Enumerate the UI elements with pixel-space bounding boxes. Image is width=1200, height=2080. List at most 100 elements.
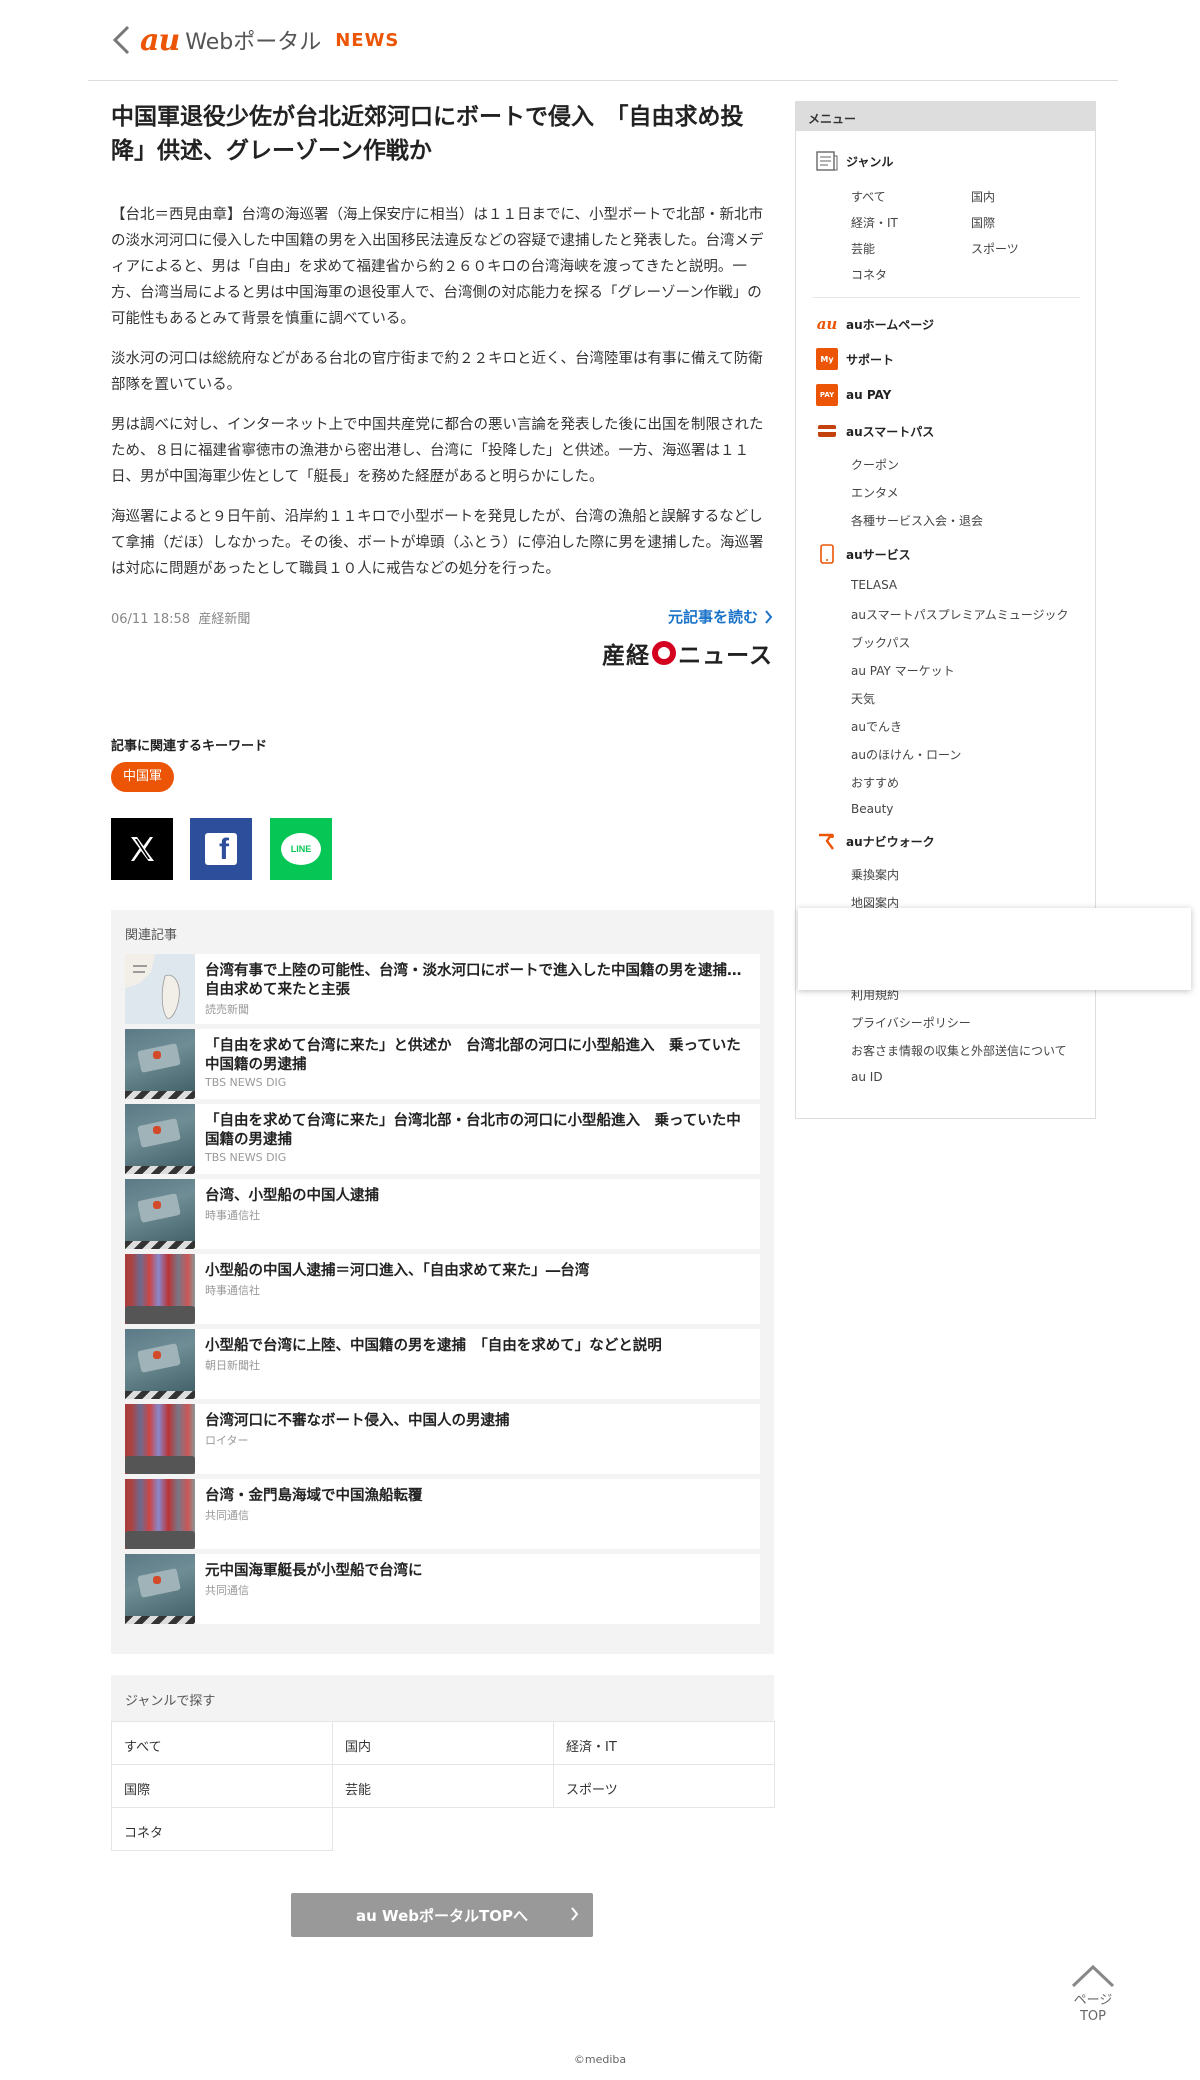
genre-link-domestic[interactable]: 国内 — [332, 1721, 554, 1765]
genre-grid: すべて 国内 経済・IT 国際 芸能 スポーツ コネタ — [111, 1721, 775, 1851]
related-article-thumbnail — [125, 1329, 195, 1399]
read-original-link[interactable]: 元記事を読む — [668, 606, 773, 627]
sidebar-smartpass-coupon[interactable]: クーポン — [851, 456, 899, 473]
related-article-headline: 台湾、小型船の中国人逮捕 — [205, 1188, 379, 1204]
au-logo-icon: au — [816, 313, 838, 335]
related-article-text: 小型船で台湾に上陸、中国籍の男を逮捕 「自由を求めて」などと説明 朝日新聞社 — [195, 1329, 672, 1373]
related-article-item[interactable]: 台湾・金門島海域で中国漁船転覆 共同通信 — [125, 1479, 760, 1549]
sankei-mark-icon — [652, 641, 677, 665]
line-logo-icon: LINE — [281, 833, 321, 865]
related-article-thumbnail — [125, 1479, 195, 1549]
related-article-item[interactable]: 元中国海軍艇長が小型船で台湾に 共同通信 — [125, 1554, 760, 1624]
sidebar-navi-transit[interactable]: 乗換案内 — [851, 866, 899, 883]
sidebar-navi-walk[interactable]: auナビウォーク — [816, 830, 935, 852]
page-top-button[interactable]: ページ TOP — [1063, 1964, 1123, 2025]
sidebar-au-home[interactable]: au auホームページ — [816, 313, 934, 335]
related-article-thumbnail — [125, 1554, 195, 1624]
sidebar-support-label: サポート — [846, 352, 895, 367]
sidebar-service-weather[interactable]: 天気 — [851, 690, 875, 707]
article-body: 【台北＝西見由章】台湾の海巡署（海上保安庁に相当）は１１日までに、小型ボートで北… — [111, 202, 773, 582]
share-x-button[interactable]: X — [111, 818, 173, 880]
sidebar-service-denki[interactable]: auでんき — [851, 718, 902, 735]
related-article-item[interactable]: 「自由を求めて台湾に来た」台湾北部・台北市の河口に小型船進入 乗っていた中国籍の… — [125, 1104, 760, 1174]
sidebar-service-paymarket[interactable]: au PAY マーケット — [851, 662, 955, 679]
sidebar-genre-economy[interactable]: 経済・IT — [851, 214, 898, 231]
sidebar-service-beauty[interactable]: Beauty — [851, 802, 893, 816]
article-paragraph: 男は調べに対し、インターネット上で中国共産党に都合の悪い言論を発表した後に出国を… — [111, 417, 764, 485]
related-article-thumbnail — [125, 1404, 195, 1474]
chevron-right-icon — [571, 1907, 579, 1921]
copyright: ©mediba — [573, 2053, 627, 2066]
header: au Webポータル NEWS — [88, 0, 1118, 81]
related-article-item[interactable]: 台湾有事で上陸の可能性、台湾・淡水河口にボートで進入した中国籍の男を逮捕…自由求… — [125, 954, 760, 1024]
related-article-source: 朝日新聞社 — [205, 1359, 260, 1372]
sidebar-section-genre: ジャンル — [816, 150, 893, 172]
related-article-source: 時事通信社 — [205, 1284, 260, 1297]
article-paragraph: 淡水河の河口は総統府などがある台北の官庁街まで約２２キロと近く、台湾陸軍は有事に… — [111, 351, 763, 393]
logo-portal: Webポータル — [185, 30, 322, 55]
sidebar-genre-international[interactable]: 国際 — [971, 214, 995, 231]
line-label: LINE — [290, 844, 312, 854]
article-paragraph: 海巡署によると９日午前、沿岸約１１キロで小型ボートを発見したが、台湾の漁船と誤解… — [111, 509, 764, 577]
related-article-headline: 小型船の中国人逮捕＝河口進入、「自由求めて来た」―台湾 — [205, 1263, 590, 1279]
keywords-title: 記事に関連するキーワード — [111, 739, 268, 754]
sidebar-genre-koneta[interactable]: コネタ — [851, 266, 887, 283]
my-au-icon: My — [816, 348, 838, 370]
related-article-item[interactable]: 「自由を求めて台湾に来た」と供述か 台湾北部の河口に小型船進入 乗っていた中国籍… — [125, 1029, 760, 1099]
sidebar-data-collection[interactable]: お客さま情報の収集と外部送信について — [851, 1042, 1067, 1059]
related-article-headline: 台湾有事で上陸の可能性、台湾・淡水河口にボートで進入した中国籍の男を逮捕…自由求… — [205, 963, 742, 998]
au-pay-icon-text: PAY — [819, 391, 835, 399]
sidebar-au-home-label: auホームページ — [846, 317, 935, 332]
sidebar-au-pay[interactable]: PAY au PAY — [816, 384, 891, 406]
chevron-right-icon — [765, 609, 773, 624]
sidebar-genre-domestic[interactable]: 国内 — [971, 188, 995, 205]
related-article-source: 共同通信 — [205, 1509, 249, 1522]
related-article-headline: 「自由を求めて台湾に来た」台湾北部・台北市の河口に小型船進入 乗っていた中国籍の… — [205, 1113, 741, 1148]
keyword-tag[interactable]: 中国軍 — [111, 762, 175, 792]
sidebar-navi-walk-label: auナビウォーク — [846, 834, 935, 849]
sidebar-service-telasa[interactable]: TELASA — [851, 578, 897, 592]
related-article-text: 台湾有事で上陸の可能性、台湾・淡水河口にボートで進入した中国籍の男を逮捕…自由求… — [195, 954, 760, 1017]
sidebar-service-insurance[interactable]: auのほけん・ローン — [851, 746, 961, 763]
sidebar-smartpass-membership[interactable]: 各種サービス入会・退会 — [851, 512, 983, 529]
sidebar-genre-entertainment[interactable]: 芸能 — [851, 240, 875, 257]
genre-link-entertainment[interactable]: 芸能 — [332, 1764, 554, 1808]
portal-top-label: au WebポータルTOPへ — [356, 1906, 528, 1925]
genre-link-economy-it[interactable]: 経済・IT — [553, 1721, 775, 1765]
article: 中国軍退役少佐が台北近郊河口にボートで侵入 「自由求め投降」供述、グレーゾーン作… — [111, 100, 773, 669]
article-meta-row: 06/11 18:58 産経新聞 元記事を読む 産経 ニュース — [111, 606, 773, 669]
related-article-item[interactable]: 台湾河口に不審なボート侵入、中国人の男逮捕 ロイター — [125, 1404, 760, 1474]
sidebar-smartpass-label: auスマートパス — [846, 424, 935, 439]
back-chevron-icon[interactable] — [110, 24, 132, 56]
sidebar-au-service-label: auサービス — [846, 547, 911, 562]
share-facebook-button[interactable]: f — [190, 818, 252, 880]
sidebar-service-music[interactable]: auスマートパスプレミアムミュージック — [851, 606, 1069, 623]
sidebar-au-service[interactable]: auサービス — [816, 543, 911, 565]
publisher-name-b: ニュース — [678, 643, 773, 669]
related-article-item[interactable]: 台湾、小型船の中国人逮捕 時事通信社 — [125, 1179, 760, 1249]
related-article-item[interactable]: 小型船で台湾に上陸、中国籍の男を逮捕 「自由を求めて」などと説明 朝日新聞社 — [125, 1329, 760, 1399]
related-article-text: 台湾河口に不審なボート侵入、中国人の男逮捕 ロイター — [195, 1404, 520, 1448]
genre-link-sports[interactable]: スポーツ — [553, 1764, 775, 1808]
genre-link-all[interactable]: すべて — [111, 1721, 333, 1765]
sidebar-au-id[interactable]: au ID — [851, 1070, 883, 1084]
sidebar-genre-sports[interactable]: スポーツ — [971, 240, 1019, 257]
portal-top-button[interactable]: au WebポータルTOPへ — [291, 1893, 593, 1937]
related-article-thumbnail — [125, 1254, 195, 1324]
sidebar-au-pay-label: au PAY — [846, 388, 892, 402]
genre-link-koneta[interactable]: コネタ — [111, 1807, 333, 1851]
genre-link-international[interactable]: 国際 — [111, 1764, 333, 1808]
sidebar-smartpass-entertainment[interactable]: エンタメ — [851, 484, 899, 501]
related-article-item[interactable]: 小型船の中国人逮捕＝河口進入、「自由求めて来た」―台湾 時事通信社 — [125, 1254, 760, 1324]
sidebar-service-bookpass[interactable]: ブックパス — [851, 634, 910, 651]
au-webportal-news-logo[interactable]: au Webポータル NEWS — [140, 22, 399, 58]
sidebar-support[interactable]: My サポート — [816, 348, 894, 370]
sidebar-service-recommend[interactable]: おすすめ — [851, 774, 899, 791]
related-article-headline: 小型船で台湾に上陸、中国籍の男を逮捕 「自由を求めて」などと説明 — [205, 1338, 662, 1354]
sidebar-smartpass[interactable]: auスマートパス — [816, 420, 934, 442]
share-line-button[interactable]: LINE — [270, 818, 332, 880]
sidebar-privacy[interactable]: プライバシーポリシー — [851, 1014, 971, 1031]
publisher-name-a: 産経 — [602, 643, 651, 669]
au-pay-icon: PAY — [816, 384, 838, 406]
sidebar-genre-all[interactable]: すべて — [851, 188, 886, 205]
